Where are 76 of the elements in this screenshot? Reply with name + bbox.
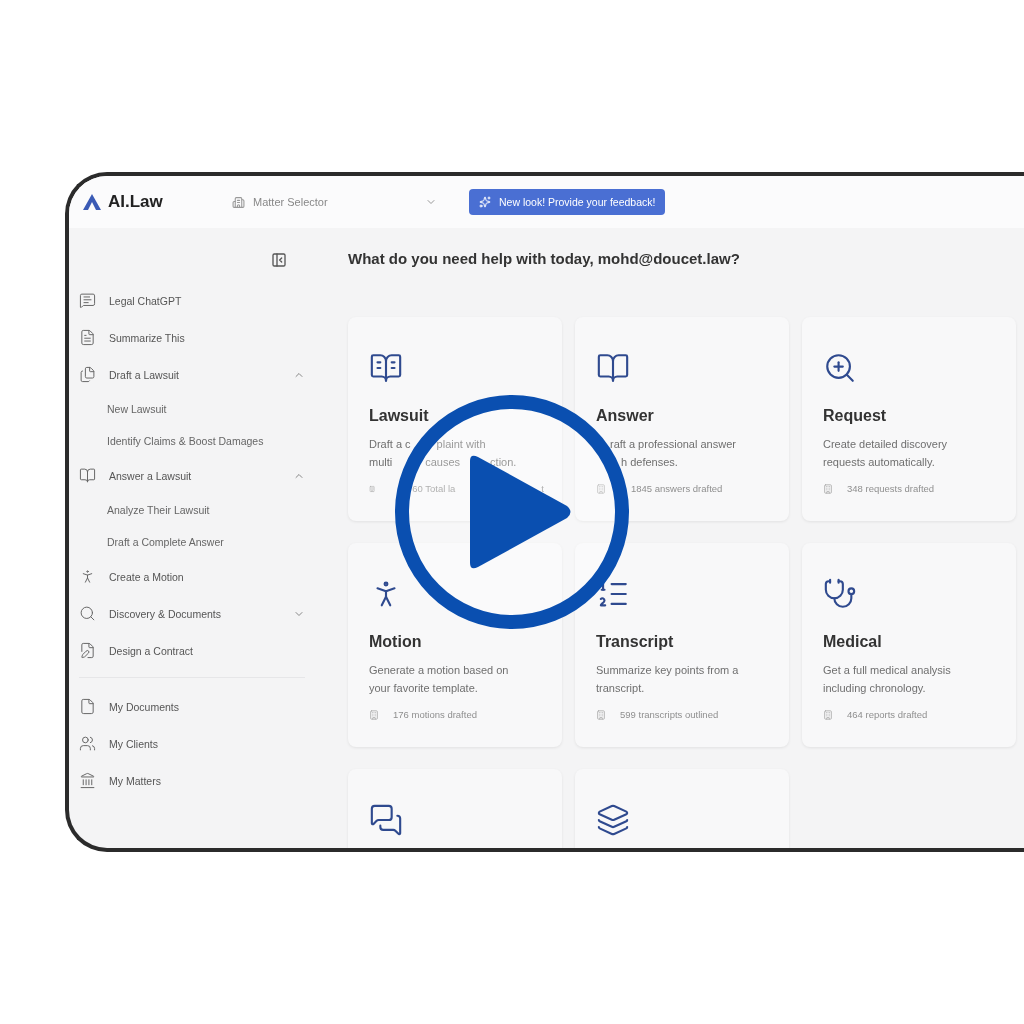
- card-icon: [596, 803, 630, 837]
- card-title: Lawsuit: [369, 407, 430, 425]
- card-title: Medical: [823, 633, 883, 651]
- card-description: transcript.: [596, 681, 645, 696]
- card-stat: 599 transcripts outlined: [620, 709, 719, 720]
- card-stat: 1845 answers drafted: [631, 483, 723, 494]
- feature-card[interactable]: Medical Get a full medical analysis including chronology. 464 reports drafted: [802, 543, 1016, 747]
- feature-card[interactable]: Request Create detailed discovery requests automatically. 348 requests drafted: [802, 317, 1016, 521]
- sidebar-item[interactable]: Design a Contract: [79, 632, 305, 669]
- card-stat: t: [541, 483, 544, 494]
- stat-icon: [823, 483, 833, 494]
- card-description: your favorite template.: [369, 681, 478, 696]
- sidebar-item-icon: [79, 698, 96, 715]
- stat-icon: [596, 483, 606, 494]
- card-title: Transcript: [596, 633, 675, 651]
- feature-card[interactable]: Lawsuit Draft a c plaint with multi causes ction. 60 Total la t: [348, 317, 562, 521]
- sidebar-item[interactable]: My Matters: [79, 762, 305, 799]
- card-description: Generate a motion based on: [369, 663, 509, 678]
- logo-icon: [82, 193, 102, 211]
- sparkle-icon: [479, 196, 491, 208]
- card-description: h defenses.: [621, 455, 678, 470]
- card-stat: 60 Total la: [412, 483, 456, 494]
- sidebar-item[interactable]: Discovery & Documents: [79, 595, 305, 632]
- app-logo: AI.Law: [108, 192, 163, 212]
- card-description: Create detailed discovery: [823, 437, 948, 452]
- sidebar-item[interactable]: Create a Motion: [79, 558, 305, 595]
- card-description: Draft a c: [369, 437, 411, 452]
- card-description: multi: [369, 455, 393, 470]
- feedback-button[interactable]: New look! Provide your feedback!: [469, 189, 666, 215]
- card-description: Get a full medical analysis: [823, 663, 951, 678]
- card-stat: 464 reports drafted: [847, 709, 928, 720]
- card-icon: [823, 351, 857, 385]
- sidebar-subitem[interactable]: Draft a Complete Answer: [79, 526, 305, 558]
- stat-icon: [369, 709, 379, 720]
- card-icon: [596, 351, 630, 385]
- sidebar-item-icon: [79, 292, 96, 309]
- collapse-sidebar-icon[interactable]: [271, 252, 287, 268]
- card-icon: [369, 803, 403, 837]
- stat-icon: [369, 483, 376, 494]
- sidebar-item[interactable]: Draft a Lawsuit: [79, 356, 305, 393]
- sidebar-item-icon: [79, 329, 96, 346]
- card-description: raft a professional answer: [610, 437, 736, 452]
- sidebar-item-icon: [79, 605, 96, 622]
- card-description: ction.: [490, 455, 517, 470]
- card-icon: [369, 351, 403, 385]
- card-description: Summarize key points from a: [596, 663, 739, 678]
- card-description: including chronology.: [823, 681, 926, 696]
- card-title: Request: [823, 407, 888, 425]
- greeting-heading: What do you need help with today, mohd@doucet.law?: [348, 250, 741, 267]
- sidebar-item[interactable]: Legal ChatGPT: [79, 282, 305, 319]
- card-title: Motion: [369, 633, 423, 651]
- card-description: causes: [425, 455, 461, 470]
- feature-card[interactable]: Transcript Summarize key points from a transcript. 599 transcripts outlined: [575, 543, 789, 747]
- sidebar-item[interactable]: Answer a Lawsuit: [79, 457, 305, 494]
- stat-icon: [596, 709, 606, 720]
- stat-icon: [823, 709, 833, 720]
- sidebar-subitem[interactable]: New Lawsuit: [79, 393, 305, 425]
- sidebar-item-icon: [79, 366, 96, 383]
- card-stat: 348 requests drafted: [847, 483, 935, 494]
- sidebar-subitem[interactable]: Identify Claims & Boost Damages: [79, 425, 305, 457]
- feature-card[interactable]: Motion Generate a motion based on your favorite template. 176 motions drafted: [348, 543, 562, 747]
- matter-selector[interactable]: Matter Selector: [232, 195, 437, 209]
- card-description: plaint with: [436, 437, 486, 452]
- sidebar-item-icon: [79, 642, 96, 659]
- sidebar-item[interactable]: My Documents: [79, 688, 305, 725]
- sidebar-item-icon: [79, 735, 96, 752]
- sidebar-item[interactable]: Summarize This: [79, 319, 305, 356]
- card-icon: [823, 577, 857, 611]
- sidebar-item[interactable]: My Clients: [79, 725, 305, 762]
- sidebar-item-icon: [79, 467, 96, 484]
- card-stat: 176 motions drafted: [393, 709, 477, 720]
- feature-card[interactable]: Answer raft a professional answer h defenses. 1845 answers drafted: [575, 317, 789, 521]
- card-description: requests automatically.: [823, 455, 935, 470]
- sidebar-subitem[interactable]: Analyze Their Lawsuit: [79, 494, 305, 526]
- sidebar-item-icon: [79, 772, 96, 789]
- card-title: Answer: [596, 407, 655, 425]
